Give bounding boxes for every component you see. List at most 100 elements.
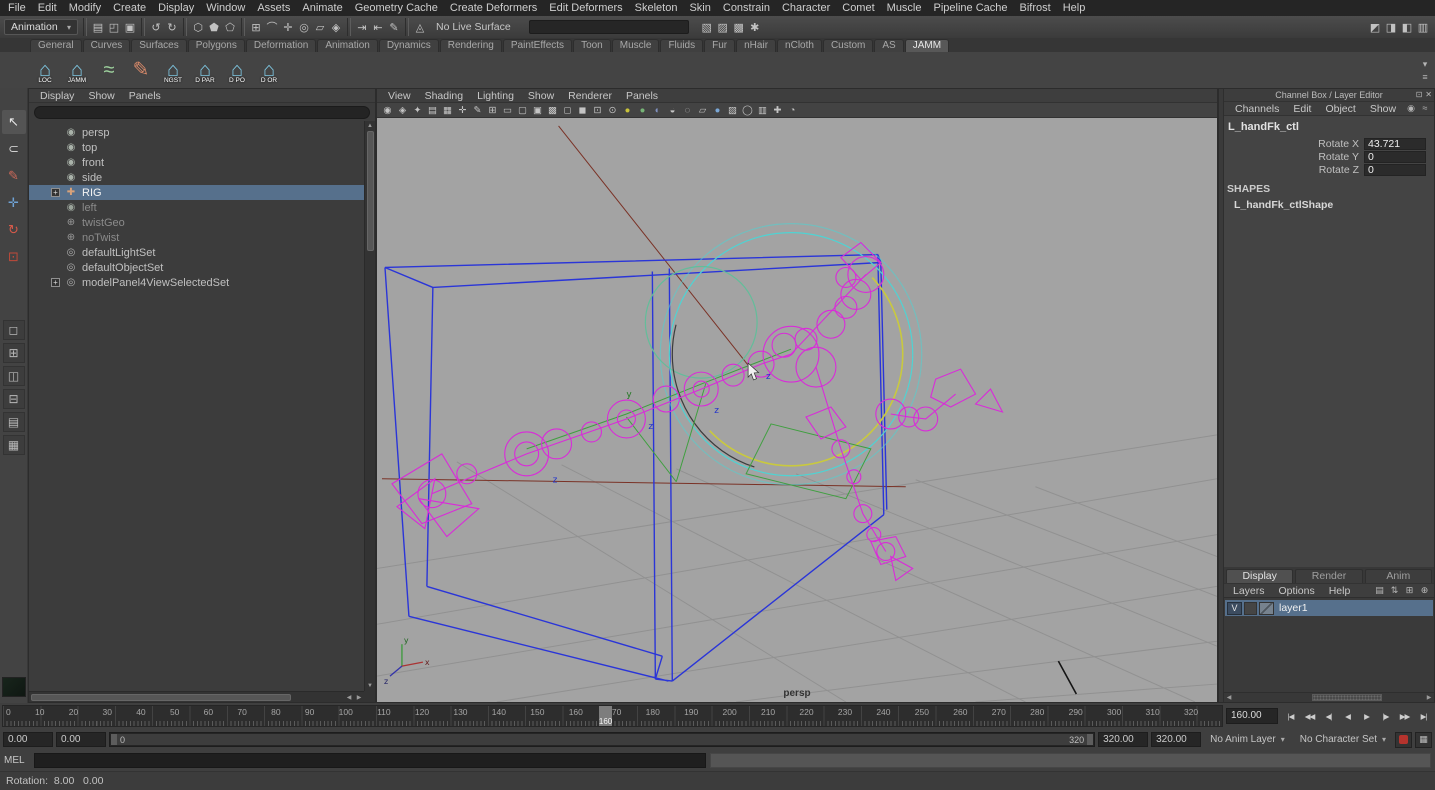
menu-item[interactable]: Edit Deformers (543, 1, 628, 15)
paint-select-tool[interactable]: ✎ (2, 164, 26, 188)
viewport-menu-item[interactable]: Panels (619, 90, 665, 102)
shelf-button-d-par[interactable]: ⌂ D PAR (190, 55, 220, 85)
redo-icon[interactable]: ↻ (164, 18, 180, 36)
lasso-select-tool[interactable]: ⊂ (2, 137, 26, 161)
shelf-tab[interactable]: Surfaces (131, 39, 186, 52)
outliner-item-left[interactable]: ◉ left (29, 200, 364, 215)
outliner-preview-thumbnail[interactable] (2, 677, 26, 697)
menu-item[interactable]: Modify (63, 1, 107, 15)
range-slider[interactable]: 0 320 (109, 732, 1095, 747)
shelf-options-icon[interactable]: ▾ (1418, 59, 1432, 70)
snap-to-curve-icon[interactable]: ⌒ (264, 18, 280, 36)
frame-selection-icon[interactable]: ⊙ (605, 103, 620, 117)
outliner-item-notwist[interactable]: ⊕ noTwist (29, 230, 364, 245)
toggle-layer-mode-icon[interactable]: ▤ (1373, 585, 1386, 596)
menu-item[interactable]: Help (1057, 1, 1092, 15)
save-scene-icon[interactable]: ▣ (122, 18, 138, 36)
layer-editor-tab[interactable]: Render (1295, 569, 1362, 583)
shelf-button-jamm[interactable]: ⌂ JAMM (62, 55, 92, 85)
character-set-selector[interactable]: No Character Set ▾ (1294, 734, 1392, 745)
input-connections-icon[interactable]: ⇥ (354, 18, 370, 36)
anim-layer-selector[interactable]: No Anim Layer ▾ (1204, 734, 1291, 745)
outliner-item-defaultobjectset[interactable]: ◎ defaultObjectSet (29, 260, 364, 275)
undo-icon[interactable]: ↺ (148, 18, 164, 36)
shelf-button-curve[interactable]: ≈ (94, 55, 124, 85)
camera-attributes-icon[interactable]: ✦ (410, 103, 425, 117)
command-input[interactable] (34, 753, 706, 768)
gate-mask-icon[interactable]: ▣ (530, 103, 545, 117)
close-panel-icon[interactable]: ✕ (1425, 90, 1432, 99)
menu-item[interactable]: Comet (836, 1, 880, 15)
playback-end-field[interactable]: 320.00 (1098, 732, 1148, 747)
make-live-icon[interactable]: ◈ (328, 18, 344, 36)
channel-manipulator-icon[interactable]: ≈ (1419, 103, 1431, 114)
toggle-channel-box-icon[interactable]: ▥ (1415, 18, 1431, 36)
rotate-tool[interactable]: ↻ (2, 218, 26, 242)
channel-value-field[interactable]: 43.721 (1364, 138, 1426, 150)
lock-camera-icon[interactable]: ◈ (395, 103, 410, 117)
go-to-start-button[interactable]: |◀ (1281, 707, 1300, 725)
viewport-menu-item[interactable]: Lighting (470, 90, 521, 102)
shelf-button-d-or[interactable]: ⌂ D OR (254, 55, 284, 85)
construction-history-icon[interactable]: ✎ (386, 18, 402, 36)
scale-tool[interactable]: ⊡ (2, 245, 26, 269)
outliner-filter-field[interactable] (34, 106, 370, 119)
motion-blur-icon[interactable]: ◌ (680, 103, 695, 117)
toggle-modeling-toolkit-icon[interactable]: ◩ (1367, 18, 1383, 36)
textured-icon[interactable]: ▨ (725, 103, 740, 117)
select-hierarchy-mode-icon[interactable]: ⬡ (190, 18, 206, 36)
Rotate Y[interactable]: Rotate Y 0 (1224, 150, 1434, 163)
shelf-tab[interactable]: Dynamics (379, 39, 439, 52)
menu-item[interactable]: Geometry Cache (349, 1, 444, 15)
menu-item[interactable]: Create Deformers (444, 1, 543, 15)
expand-toggle-icon[interactable]: + (51, 278, 60, 287)
channel-value-field[interactable]: 0 (1364, 151, 1426, 163)
menu-item[interactable]: Edit (32, 1, 63, 15)
auto-keyframe-toggle[interactable] (1395, 732, 1412, 748)
outliner-menu-item[interactable]: Show (81, 90, 121, 102)
menu-item[interactable]: Skin (683, 1, 716, 15)
outliner-item-side[interactable]: ◉ side (29, 170, 364, 185)
image-plane-icon[interactable]: ▦ (440, 103, 455, 117)
toggle-attribute-editor-icon[interactable]: ◨ (1383, 18, 1399, 36)
viewport-menu-item[interactable]: Shading (418, 90, 471, 102)
layout-two-stacked[interactable]: ⊟ (3, 389, 25, 409)
Rotate X[interactable]: Rotate X 43.721 (1224, 137, 1434, 150)
menu-item[interactable]: Window (200, 1, 251, 15)
outliner-item-defaultlightset[interactable]: ◎ defaultLightSet (29, 245, 364, 260)
shelf-button-d-po[interactable]: ⌂ D PO (222, 55, 252, 85)
layout-single-pane[interactable]: ◻ (3, 320, 25, 340)
menu-set-selector[interactable]: Animation ▾ (4, 19, 78, 35)
layout-hypershade-persp[interactable]: ▦ (3, 435, 25, 455)
command-line-language-label[interactable]: MEL (4, 755, 30, 766)
shelf-tab[interactable]: Custom (823, 39, 873, 52)
shelf-tab[interactable]: Fluids (660, 39, 703, 52)
playback-start-field[interactable]: 0.00 (56, 732, 106, 747)
layer-menu-item[interactable]: Layers (1226, 585, 1272, 597)
float-panel-icon[interactable]: ⊡ (1416, 90, 1423, 99)
safe-action-icon[interactable]: ◻ (560, 103, 575, 117)
scrollbar-thumb[interactable] (31, 694, 291, 701)
current-time-field[interactable]: 160.00 (1226, 708, 1278, 724)
outliner-item-top[interactable]: ◉ top (29, 140, 364, 155)
scrollbar-thumb[interactable] (1312, 694, 1382, 701)
move-tool[interactable]: ✛ (2, 191, 26, 215)
grid-toggle-icon[interactable]: ⊞ (485, 103, 500, 117)
menu-item[interactable]: Constrain (717, 1, 776, 15)
layer-menu-item[interactable]: Options (1272, 585, 1322, 597)
menu-item[interactable]: Character (776, 1, 836, 15)
select-camera-icon[interactable]: ◉ (380, 103, 395, 117)
animation-end-field[interactable]: 320.00 (1151, 732, 1201, 747)
layer-menu-item[interactable]: Help (1322, 585, 1358, 597)
open-render-view-icon[interactable]: ▧ (699, 18, 715, 36)
resolution-gate-icon[interactable]: ▢ (515, 103, 530, 117)
shelf-tab[interactable]: Deformation (246, 39, 316, 52)
outliner-item-persp[interactable]: ◉ persp (29, 125, 364, 140)
viewport-menu-item[interactable]: View (381, 90, 418, 102)
go-to-end-button[interactable]: ▶| (1414, 707, 1433, 725)
film-gate-icon[interactable]: ▭ (500, 103, 515, 117)
layout-persp-outliner[interactable]: ◫ (3, 366, 25, 386)
create-empty-layer-icon[interactable]: ⊞ (1403, 585, 1416, 596)
channel-value-field[interactable]: 0 (1364, 164, 1426, 176)
layer-editor-tab[interactable]: Anim (1365, 569, 1432, 583)
